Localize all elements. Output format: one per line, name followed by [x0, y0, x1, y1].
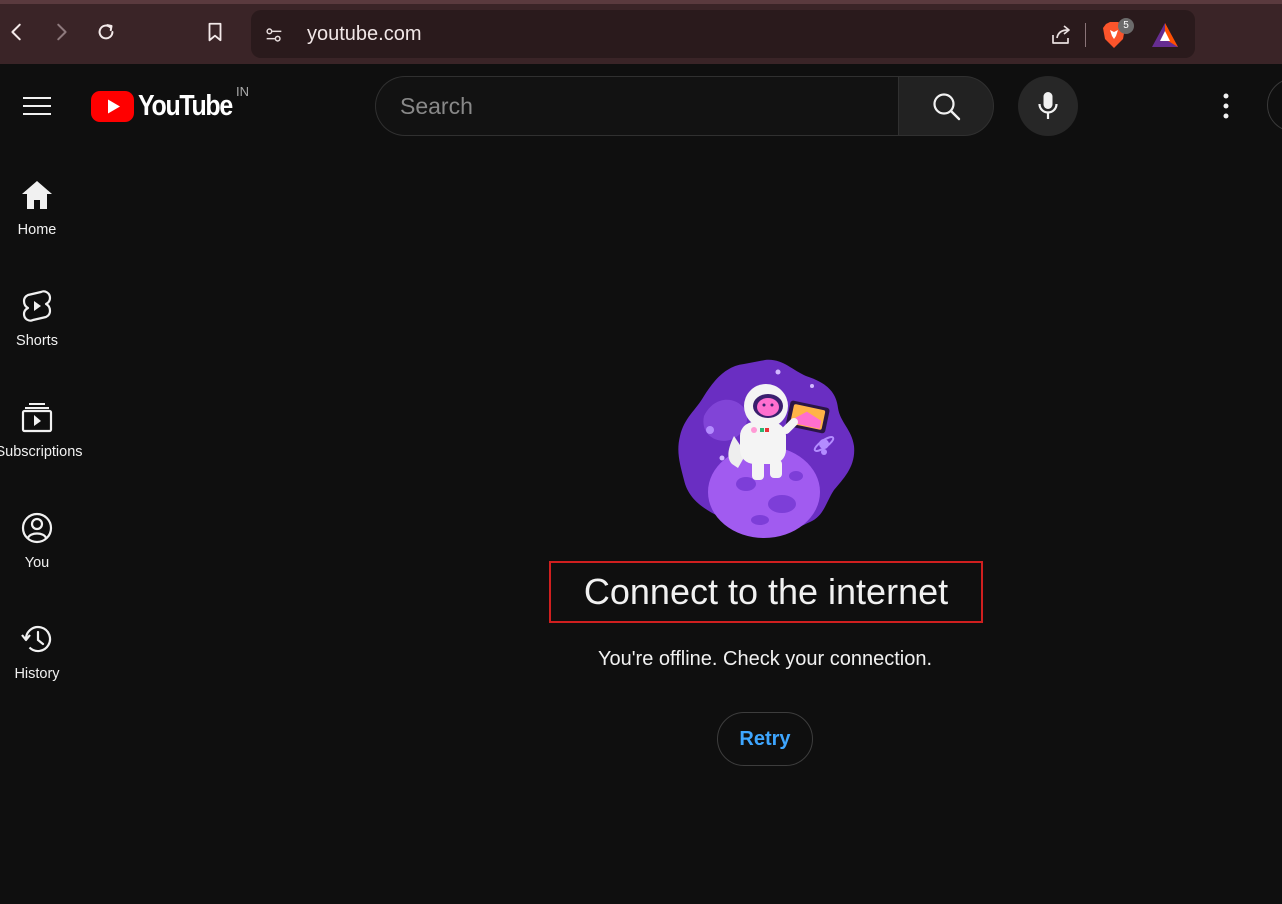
sign-in-button[interactable]	[1267, 78, 1282, 132]
offline-astronaut-illustration	[678, 359, 855, 538]
sidebar-item-label: History	[14, 666, 60, 682]
search-box[interactable]	[375, 76, 899, 136]
offline-message: You're offline. Check your connection.	[597, 648, 933, 670]
back-button[interactable]	[1, 16, 33, 48]
browser-toolbar: youtube.com 5	[0, 0, 1282, 64]
search-input[interactable]	[400, 77, 880, 135]
sidebar-item-label: Shorts	[16, 333, 58, 349]
url-text[interactable]: youtube.com	[307, 23, 422, 46]
offline-title: Connect to the internet	[549, 561, 983, 623]
search-icon	[933, 93, 961, 121]
sidebar-item-shorts[interactable]: Shorts	[0, 289, 74, 379]
sidebar-item-you[interactable]: You	[0, 511, 74, 601]
forward-button[interactable]	[45, 16, 77, 48]
youtube-logo[interactable]: YouTube	[91, 90, 247, 122]
address-bar-divider	[1085, 23, 1086, 47]
settings-menu-button[interactable]	[1206, 86, 1246, 126]
bookmark-icon	[208, 22, 222, 42]
sidebar-item-history[interactable]: History	[0, 622, 74, 712]
chevron-right-icon	[57, 23, 67, 41]
subscriptions-icon	[21, 403, 53, 433]
sidebar-item-label: You	[24, 555, 50, 571]
shorts-icon	[22, 290, 52, 322]
voice-search-button[interactable]	[1018, 76, 1078, 136]
site-settings-icon[interactable]	[263, 24, 285, 46]
home-icon	[22, 181, 52, 209]
reload-icon	[98, 24, 114, 40]
sidebar-item-home[interactable]: Home	[0, 178, 74, 268]
retry-button[interactable]: Retry	[717, 712, 813, 766]
youtube-play-icon	[91, 90, 134, 122]
reload-button[interactable]	[90, 16, 122, 48]
sidebar-item-subscriptions[interactable]: Subscriptions	[0, 400, 83, 490]
microphone-icon	[1038, 92, 1058, 119]
brave-rewards-icon[interactable]	[1151, 22, 1179, 48]
sidebar-item-label: Subscriptions	[0, 444, 83, 460]
you-icon	[21, 512, 53, 544]
hamburger-icon	[23, 97, 51, 115]
share-icon[interactable]	[1049, 23, 1073, 47]
chevron-left-icon	[11, 23, 21, 41]
guide-menu-button[interactable]	[15, 84, 59, 128]
bookmark-button[interactable]	[199, 16, 231, 48]
more-vertical-icon	[1223, 93, 1229, 119]
country-code: IN	[236, 84, 249, 99]
sidebar-item-label: Home	[17, 222, 57, 238]
search-button[interactable]	[898, 76, 994, 136]
brave-shields-badge: 5	[1118, 18, 1134, 34]
youtube-wordmark: YouTube	[138, 89, 233, 122]
address-bar[interactable]: youtube.com 5	[251, 10, 1195, 58]
history-icon	[21, 625, 52, 653]
